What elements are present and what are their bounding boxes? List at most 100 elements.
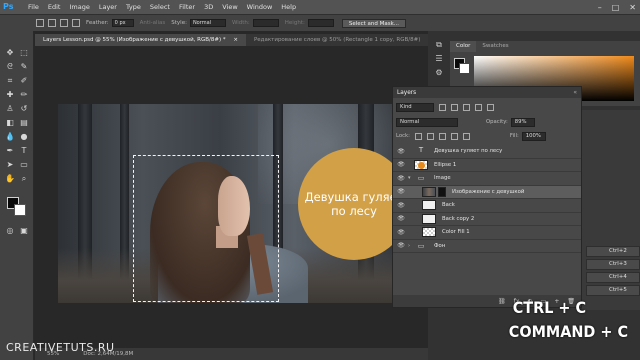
filter-kind-select[interactable]: Kind — [396, 102, 434, 112]
filter-adjustment-icon[interactable] — [451, 103, 458, 111]
quick-mask-icon[interactable]: ◎ — [4, 226, 16, 236]
visibility-eye-icon[interactable]: 👁 — [396, 175, 406, 182]
filter-type-icon[interactable] — [463, 103, 470, 111]
menu-help[interactable]: Help — [281, 3, 296, 11]
menu-3d[interactable]: 3D — [204, 3, 213, 11]
lock-paint-icon[interactable] — [426, 132, 434, 140]
menu-layer[interactable]: Layer — [99, 3, 117, 11]
menu-select[interactable]: Select — [150, 3, 170, 11]
tab-editing-layers[interactable]: Редактирование слоев @ 50% (Rectangle 1 … — [246, 34, 441, 46]
subtract-selection-icon[interactable] — [72, 19, 80, 27]
shortcut-row[interactable]: Ctrl+5 — [586, 285, 640, 296]
adjustments-panel-icon[interactable]: ⚙ — [433, 68, 445, 78]
shape-tool-icon[interactable]: ▭ — [18, 160, 30, 170]
menu-edit[interactable]: Edit — [48, 3, 61, 11]
new-selection-icon[interactable] — [48, 19, 56, 27]
orange-ellipse[interactable]: Девушка гуляет по лесу — [298, 148, 395, 260]
menu-type[interactable]: Type — [126, 3, 141, 11]
opacity-input[interactable]: 89% — [510, 117, 535, 127]
style-select[interactable]: Normal — [189, 19, 226, 27]
layer-row[interactable]: 👁 ▾ ▭ Image — [393, 172, 581, 186]
properties-panel-icon[interactable]: ☰ — [433, 54, 445, 64]
filter-pixel-icon[interactable] — [439, 103, 446, 111]
shortcut-row[interactable]: Ctrl+2 — [586, 246, 640, 257]
selection-marquee[interactable] — [133, 155, 279, 302]
brush-tool-icon[interactable]: ✏ — [18, 90, 30, 100]
tab-close-icon[interactable]: × — [233, 37, 238, 43]
layer-row[interactable]: 👁 Back — [393, 199, 581, 213]
history-brush-tool-icon[interactable]: ↺ — [18, 104, 30, 114]
photoshop-logo: Ps — [3, 2, 14, 11]
layer-mask-thumbnail[interactable] — [438, 186, 446, 197]
healing-tool-icon[interactable]: ✚ — [4, 90, 16, 100]
lock-artboard-icon[interactable] — [450, 132, 458, 140]
pen-tool-icon[interactable]: ✒ — [4, 146, 16, 156]
blend-mode-select[interactable]: Normal — [396, 117, 458, 127]
filter-shape-icon[interactable] — [475, 103, 482, 111]
tab-swatches[interactable]: Swatches — [476, 41, 514, 52]
blur-tool-icon[interactable]: 💧 — [4, 132, 16, 142]
menu-file[interactable]: File — [28, 3, 39, 11]
width-input[interactable] — [252, 19, 279, 27]
marquee-tool-preset-icon[interactable] — [36, 19, 44, 27]
visibility-eye-icon[interactable]: 👁 — [396, 215, 406, 222]
eyedropper-tool-icon[interactable]: ✐ — [18, 76, 30, 86]
feather-input[interactable]: 0 px — [111, 19, 134, 27]
layers-panel-title[interactable]: Layers — [397, 90, 416, 96]
shortcut-row[interactable]: Ctrl+3 — [586, 259, 640, 270]
canvas-area[interactable]: Девушка гуляет по лесу — [35, 46, 395, 346]
tab-color[interactable]: Color — [450, 41, 477, 52]
tab-layers-lesson[interactable]: Layers Lesson.psd @ 55% (Изображение с д… — [35, 34, 246, 46]
dodge-tool-icon[interactable]: ● — [18, 132, 30, 142]
link-layers-icon[interactable]: ⛓ — [498, 298, 506, 305]
visibility-eye-icon[interactable]: 👁 — [396, 148, 406, 155]
layer-row[interactable]: 👁 Изображение с девушкой — [393, 185, 581, 199]
height-input[interactable] — [307, 19, 334, 27]
select-and-mask-button[interactable]: Select and Mask... — [341, 18, 407, 28]
zoom-tool-icon[interactable]: ⌕ — [18, 174, 30, 184]
path-select-tool-icon[interactable]: ➤ — [4, 160, 16, 170]
document-image[interactable]: Девушка гуляет по лесу — [58, 104, 395, 303]
antialias-checkbox[interactable]: Anti-alias — [140, 20, 166, 26]
hand-tool-icon[interactable]: ✋ — [4, 174, 16, 184]
type-tool-icon[interactable]: T — [18, 146, 30, 156]
color-background-swatch[interactable] — [459, 63, 470, 74]
layer-row[interactable]: 👁 T Девушка гуляет по лесу — [393, 145, 581, 159]
visibility-eye-icon[interactable]: 👁 — [396, 242, 406, 249]
close-icon[interactable]: ✕ — [629, 3, 636, 12]
menu-view[interactable]: View — [222, 3, 237, 11]
layer-row[interactable]: 👁 Back copy 2 — [393, 213, 581, 226]
visibility-eye-icon[interactable]: 👁 — [396, 229, 406, 236]
gradient-tool-icon[interactable]: ▤ — [18, 118, 30, 128]
minimize-icon[interactable]: – — [598, 3, 602, 12]
background-color-swatch[interactable] — [14, 204, 26, 216]
shortcut-row[interactable]: Ctrl+4 — [586, 272, 640, 283]
screen-mode-icon[interactable]: ▣ — [18, 226, 30, 236]
menu-image[interactable]: Image — [69, 3, 89, 11]
visibility-eye-icon[interactable]: 👁 — [396, 188, 406, 195]
layer-row[interactable]: 👁 › ▭ Фон — [393, 240, 581, 253]
lock-position-icon[interactable] — [438, 132, 446, 140]
history-panel-icon[interactable]: ⧉ — [433, 40, 445, 50]
visibility-eye-icon[interactable]: 👁 — [396, 202, 406, 209]
quick-select-tool-icon[interactable]: ✎ — [18, 62, 30, 72]
menu-window[interactable]: Window — [247, 3, 273, 11]
crop-tool-icon[interactable]: ⌗ — [4, 76, 16, 86]
filter-smart-icon[interactable] — [487, 103, 494, 111]
maximize-icon[interactable]: □ — [612, 3, 620, 12]
visibility-eye-icon[interactable]: 👁 — [396, 161, 406, 168]
lock-pixels-icon[interactable] — [414, 132, 422, 140]
marquee-tool-icon[interactable]: ⬚ — [18, 48, 30, 58]
move-tool-icon[interactable]: ✥ — [4, 48, 16, 58]
collapse-icon[interactable]: « — [573, 89, 577, 96]
lasso-tool-icon[interactable]: ᘓ — [4, 62, 16, 72]
eraser-tool-icon[interactable]: ◧ — [4, 118, 16, 128]
add-selection-icon[interactable] — [60, 19, 68, 27]
layer-list: 👁 T Девушка гуляет по лесу 👁 Ellipse 1 👁 ▾ ▭ Ima… — [393, 145, 581, 253]
layer-row[interactable]: 👁 Ellipse 1 — [393, 159, 581, 172]
lock-all-icon[interactable] — [462, 132, 470, 140]
fill-input[interactable]: 100% — [521, 131, 546, 141]
menu-filter[interactable]: Filter — [179, 3, 195, 11]
layer-row[interactable]: 👁 Color Fill 1 — [393, 226, 581, 240]
clone-stamp-tool-icon[interactable]: ♙ — [4, 104, 16, 114]
